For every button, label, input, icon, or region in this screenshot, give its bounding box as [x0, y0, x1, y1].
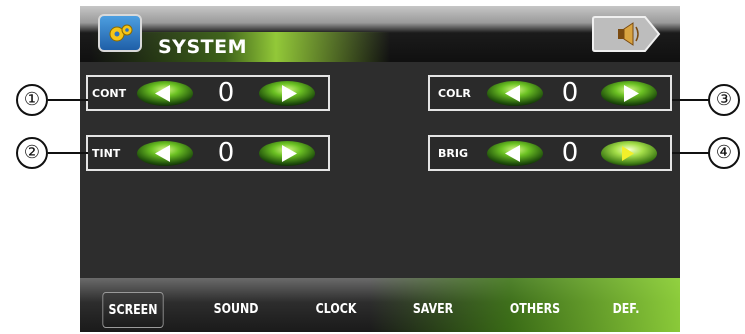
brig-label: BRIG: [438, 147, 468, 160]
gear-settings-icon[interactable]: [98, 14, 142, 52]
speaker-button[interactable]: [591, 15, 661, 53]
callout-line-3: [672, 99, 710, 101]
callout-1: ①: [16, 84, 48, 116]
colr-decrease-button[interactable]: [486, 80, 544, 107]
cont-decrease-button[interactable]: [136, 80, 194, 107]
tab-def[interactable]: DEF.: [602, 292, 650, 328]
tint-decrease-button[interactable]: [136, 140, 194, 167]
callout-2: ②: [16, 137, 48, 169]
tab-sound[interactable]: SOUND: [201, 292, 271, 328]
cont-panel: CONT 0: [86, 75, 330, 111]
tint-label: TINT: [92, 147, 121, 160]
colr-value: 0: [561, 78, 579, 108]
colr-panel: COLR 0: [428, 75, 672, 111]
brig-decrease-button[interactable]: [486, 140, 544, 167]
callout-3: ③: [708, 84, 740, 116]
brig-value: 0: [561, 138, 579, 168]
callout-line-4: [672, 152, 710, 154]
cont-label: CONT: [92, 87, 127, 100]
tint-panel: TINT 0: [86, 135, 330, 171]
tab-others[interactable]: OTHERS: [498, 292, 571, 328]
brig-increase-button[interactable]: [600, 140, 658, 167]
cont-increase-button[interactable]: [258, 80, 316, 107]
screen-device: SYSTEM CONT 0 TINT 0 COLR 0 BRIG 0 SCREE…: [80, 6, 680, 332]
tab-screen[interactable]: SCREEN: [102, 292, 164, 328]
callout-line-1: [48, 99, 88, 101]
colr-label: COLR: [438, 87, 471, 100]
callout-line-2: [48, 152, 88, 154]
callout-4: ④: [708, 137, 740, 169]
speaker-icon: [592, 16, 661, 52]
tint-value: 0: [217, 138, 235, 168]
tab-clock[interactable]: CLOCK: [304, 292, 369, 328]
colr-increase-button[interactable]: [600, 80, 658, 107]
brig-panel: BRIG 0: [428, 135, 672, 171]
cont-value: 0: [217, 78, 235, 108]
tint-increase-button[interactable]: [258, 140, 316, 167]
tab-saver[interactable]: SAVER: [401, 292, 466, 328]
page-title: SYSTEM: [158, 36, 247, 58]
